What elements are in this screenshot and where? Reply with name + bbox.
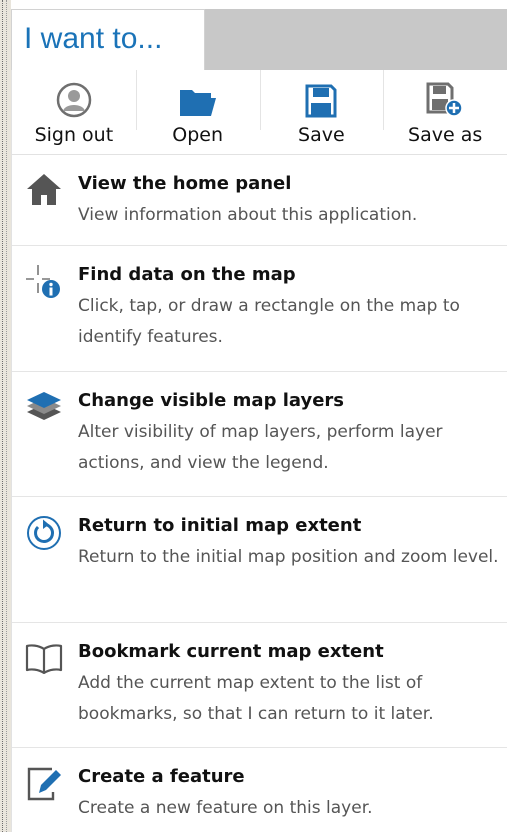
item-description: Click, tap, or draw a rectangle on the m…: [78, 296, 460, 347]
item-description: View information about this application.: [78, 205, 418, 225]
list-item-return-initial-extent[interactable]: Return to initial map extent Return to t…: [12, 497, 507, 623]
folder-open-icon: [179, 90, 216, 116]
list-item-find-data[interactable]: Find data on the map Click, tap, or draw…: [12, 246, 507, 372]
item-title: Find data on the map: [78, 264, 296, 285]
edit-pencil-icon: [27, 767, 61, 801]
item-description: Alter visibility of map layers, perform …: [78, 422, 443, 473]
list-item-create-feature[interactable]: Create a feature Create a new feature on…: [12, 748, 507, 832]
save-button[interactable]: Save: [259, 70, 384, 154]
book-icon: [25, 644, 63, 674]
tab-i-want-to[interactable]: I want to...: [11, 9, 205, 70]
window-edge: [0, 0, 11, 832]
user-circle-icon: [56, 82, 92, 118]
item-description: Add the current map extent to the list o…: [78, 673, 434, 724]
list-item-bookmark-extent[interactable]: Bookmark current map extent Add the curr…: [12, 623, 507, 748]
reset-extent-icon: [27, 516, 61, 550]
home-icon: [27, 174, 61, 205]
sign-out-label: Sign out: [34, 124, 114, 146]
item-title: Create a feature: [78, 766, 245, 787]
identify-info-icon: [26, 265, 60, 298]
sign-out-button[interactable]: Sign out: [12, 70, 136, 154]
i-want-to-panel: Sign out Open Save Save as View the home…: [11, 70, 507, 832]
item-title: Change visible map layers: [78, 390, 345, 411]
panel-title: I want to...: [24, 22, 163, 55]
item-title: Return to initial map extent: [78, 515, 362, 536]
item-title: Bookmark current map extent: [78, 641, 384, 662]
layers-icon: [27, 392, 61, 420]
open-button[interactable]: Open: [135, 70, 260, 154]
tab-bar: I want to...: [11, 9, 507, 70]
item-title: View the home panel: [78, 173, 292, 194]
list-item-view-home-panel[interactable]: View the home panel View information abo…: [12, 155, 507, 246]
item-description: Create a new feature on this layer.: [78, 798, 373, 818]
action-list: View the home panel View information abo…: [12, 155, 507, 832]
save-label: Save: [298, 124, 345, 146]
save-floppy-icon: [305, 84, 337, 118]
save-as-button[interactable]: Save as: [383, 70, 507, 154]
list-item-change-layers[interactable]: Change visible map layers Alter visibili…: [12, 372, 507, 497]
toolbar: Sign out Open Save Save as: [12, 70, 507, 155]
open-label: Open: [172, 124, 223, 146]
save-as-label: Save as: [408, 124, 483, 146]
item-description: Return to the initial map position and z…: [78, 547, 499, 567]
save-as-floppy-icon: [426, 82, 463, 117]
